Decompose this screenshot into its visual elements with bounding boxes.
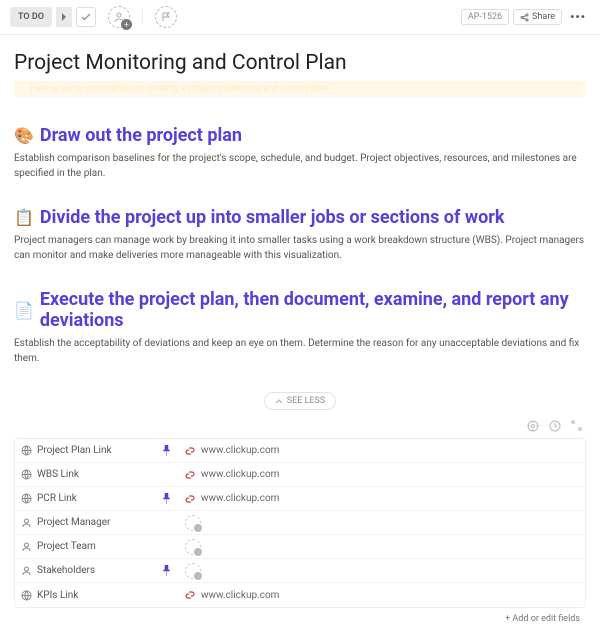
chevron-up-icon [275, 398, 283, 404]
field-value-cell[interactable] [179, 539, 585, 555]
status-pill[interactable]: TO DO [10, 7, 52, 27]
assignee-add[interactable]: + [108, 6, 130, 28]
history-icon[interactable] [549, 420, 561, 432]
section-body: Project managers can manage work by brea… [14, 234, 586, 263]
section-emoji-icon: 📄 [14, 301, 34, 320]
section-title: Divide the project up into smaller jobs … [40, 207, 505, 228]
activity-icon[interactable] [527, 420, 539, 432]
priority-add[interactable] [155, 6, 177, 28]
pin-icon[interactable] [153, 493, 179, 504]
toolbar: TO DO + AP-1526 Share ••• [0, 0, 600, 35]
status-next-button[interactable] [56, 7, 72, 27]
check-icon [81, 13, 91, 21]
field-row[interactable]: KPIs Link www.clickup.com [15, 583, 585, 607]
view-controls [14, 420, 586, 438]
empty-assignee-icon[interactable] [185, 539, 201, 555]
field-value-cell[interactable]: www.clickup.com [179, 445, 585, 456]
field-row[interactable]: Project Team [15, 535, 585, 559]
field-row[interactable]: Project Manager [15, 511, 585, 535]
person-icon [15, 517, 37, 528]
link-icon [185, 494, 195, 504]
field-value: www.clickup.com [201, 445, 279, 456]
section-heading: 📄 Execute the project plan, then document… [14, 289, 586, 331]
see-less-button[interactable]: SEE LESS [264, 392, 336, 410]
empty-assignee-icon[interactable] [185, 515, 201, 531]
complete-button[interactable] [76, 7, 96, 27]
section-emoji-icon: 📋 [14, 208, 34, 227]
plus-icon: + [121, 19, 132, 30]
link-icon [185, 590, 195, 600]
field-value-cell[interactable]: www.clickup.com [179, 469, 585, 480]
field-label: Project Plan Link [37, 445, 153, 456]
see-less-label: SEE LESS [287, 396, 325, 406]
field-label: WBS Link [37, 469, 153, 480]
person-icon [15, 541, 37, 552]
person-icon [15, 565, 37, 576]
section-emoji-icon: 🎨 [14, 126, 34, 145]
field-row[interactable]: Project Plan Link www.clickup.com [15, 439, 585, 463]
field-value-cell[interactable] [179, 515, 585, 531]
field-label: KPIs Link [37, 590, 153, 601]
share-icon [520, 13, 529, 22]
field-value-cell[interactable] [179, 563, 585, 579]
pin-icon[interactable] [153, 445, 179, 456]
pin-icon[interactable] [153, 565, 179, 576]
section-heading: 📋 Divide the project up into smaller jobs… [14, 207, 586, 228]
section-title: Draw out the project plan [40, 125, 242, 146]
field-row[interactable]: PCR Link www.clickup.com [15, 487, 585, 511]
caret-right-icon [61, 13, 67, 21]
add-fields-link[interactable]: + Add or edit fields [14, 608, 586, 634]
field-value-cell[interactable]: www.clickup.com [179, 590, 585, 601]
globe-icon [15, 590, 37, 601]
custom-fields: Project Plan Linkwww.clickup.comWBS Link… [14, 438, 586, 608]
divider [142, 9, 143, 25]
link-icon [185, 446, 195, 456]
globe-icon [15, 469, 37, 480]
task-id-chip[interactable]: AP-1526 [461, 9, 509, 25]
section-body: Establish the acceptability of deviation… [14, 337, 586, 366]
section-title: Execute the project plan, then document,… [40, 289, 586, 331]
field-row[interactable]: Stakeholders [15, 559, 585, 583]
field-label: Project Manager [37, 517, 153, 528]
field-value: www.clickup.com [201, 590, 279, 601]
share-button[interactable]: Share [513, 9, 562, 25]
field-value: www.clickup.com [201, 469, 279, 480]
field-label: Stakeholders [37, 565, 153, 576]
flag-icon [161, 12, 171, 22]
more-menu-button[interactable]: ••• [566, 10, 590, 24]
info-banner: Here is some information on creating a p… [14, 81, 586, 97]
section-heading: 🎨 Draw out the project plan [14, 125, 586, 146]
field-value-cell[interactable]: www.clickup.com [179, 493, 585, 504]
field-row[interactable]: WBS Link www.clickup.com [15, 463, 585, 487]
share-label: Share [532, 12, 555, 22]
field-label: Project Team [37, 541, 153, 552]
status-label: TO DO [18, 12, 44, 22]
field-value: www.clickup.com [201, 493, 279, 504]
page-title[interactable]: Project Monitoring and Control Plan [14, 51, 586, 75]
empty-assignee-icon[interactable] [185, 563, 201, 579]
link-icon [185, 470, 195, 480]
section-body: Establish comparison baselines for the p… [14, 152, 586, 181]
see-less-row: SEE LESS [14, 392, 586, 410]
globe-icon [15, 493, 37, 504]
field-label: PCR Link [37, 493, 153, 504]
expand-icon[interactable] [571, 420, 582, 432]
globe-icon [15, 445, 37, 456]
content: Project Monitoring and Control Plan Here… [0, 35, 600, 642]
